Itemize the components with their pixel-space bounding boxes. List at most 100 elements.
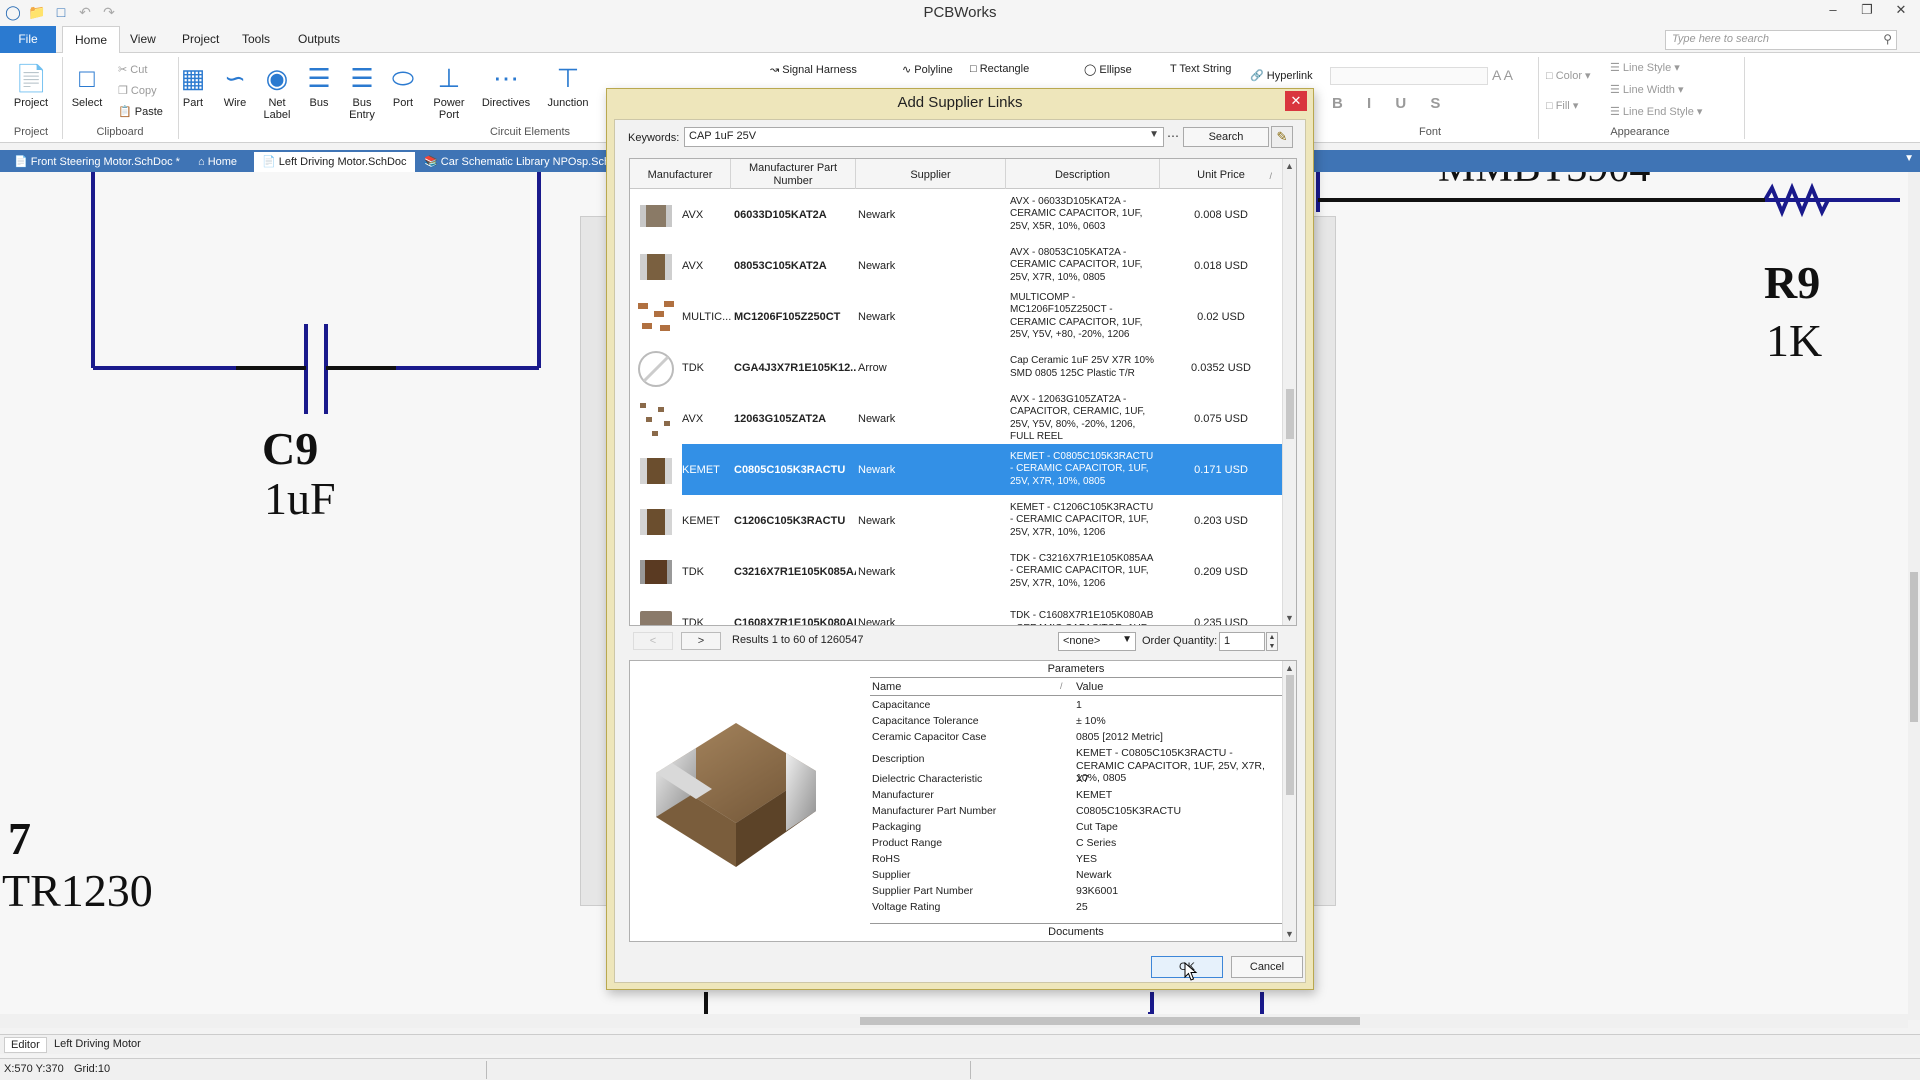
junction-button[interactable]: ⊤ Junction xyxy=(544,61,592,109)
doc-tab-home[interactable]: ⌂ Home xyxy=(190,152,245,172)
column-manufacturer[interactable]: Manufacturer xyxy=(630,159,731,189)
params-name-header[interactable]: Name xyxy=(872,681,901,693)
select-button[interactable]: □ Select xyxy=(68,61,106,109)
tab-home[interactable]: Home xyxy=(62,26,121,54)
project-button[interactable]: 📄 Project xyxy=(10,61,52,109)
table-row[interactable]: AVX 06033D105KAT2A Newark AVX - 06033D105KA… xyxy=(630,189,1282,240)
scroll-up-icon[interactable]: ▲ xyxy=(1285,161,1294,171)
parameter-name: Product Range xyxy=(872,837,943,849)
cell-unit-price: 0.018 USD xyxy=(1194,259,1248,272)
wire-button[interactable]: ∽ Wire xyxy=(218,61,252,109)
tabs-menu-icon[interactable]: ▼ xyxy=(1904,153,1914,164)
doc-tab-library[interactable]: 📚 Car Schematic Library NPOsp.Sch xyxy=(416,152,618,172)
chevron-down-icon[interactable]: ▼ xyxy=(1149,129,1159,140)
line-style-button[interactable]: ☰ Line Style ▾ xyxy=(1610,61,1680,74)
tab-project[interactable]: Project xyxy=(170,26,231,53)
scroll-down-icon[interactable]: ▼ xyxy=(1285,613,1294,623)
copy-button[interactable]: ❐ Copy xyxy=(118,84,157,97)
table-row[interactable]: KEMET C0805C105K3RACTU Newark KEMET - C0805… xyxy=(630,444,1282,495)
canvas-horizontal-scrollbar[interactable] xyxy=(0,1014,1908,1028)
search-button[interactable]: Search xyxy=(1183,127,1269,147)
line-width-button[interactable]: ☰ Line Width ▾ xyxy=(1610,83,1683,96)
signal-harness-button[interactable]: ↝ Signal Harness xyxy=(770,63,857,76)
text-string-button[interactable]: T Text String xyxy=(1170,63,1231,75)
font-size-icon[interactable]: A A xyxy=(1492,67,1513,83)
r9-designator[interactable]: R9 xyxy=(1764,256,1820,309)
table-row[interactable]: AVX 08053C105KAT2A Newark AVX - 08053C105KA… xyxy=(630,240,1282,291)
paste-button[interactable]: 📋 Paste xyxy=(118,105,163,118)
search-input[interactable]: Type here to search xyxy=(1665,30,1897,50)
scroll-down-icon[interactable]: ▼ xyxy=(1285,929,1294,939)
cell-manufacturer: TDK xyxy=(682,361,704,374)
doc-tab-front-steering[interactable]: 📄 Front Steering Motor.SchDoc * xyxy=(6,152,188,172)
part-button[interactable]: ▦ Part xyxy=(176,61,210,109)
tab-tools[interactable]: Tools xyxy=(230,26,282,53)
r9-value[interactable]: 1K xyxy=(1766,314,1822,367)
search-icon[interactable]: ⚲ xyxy=(1883,32,1892,46)
power-port-button[interactable]: ⊥ Power Port xyxy=(428,61,470,121)
junction-icon: ⊤ xyxy=(556,63,580,93)
prev-page-button[interactable]: < xyxy=(633,632,673,650)
cut-button[interactable]: ✂ Cut xyxy=(118,63,147,76)
bottom-tab-left-driving-motor[interactable]: Left Driving Motor xyxy=(48,1037,147,1051)
column-unit-price[interactable]: Unit Price xyxy=(1160,159,1282,189)
dialog-close-icon[interactable]: ✕ xyxy=(1285,91,1307,111)
hyperlink-button[interactable]: 🔗 Hyperlink xyxy=(1250,69,1313,82)
table-row[interactable]: TDK CGA4J3X7R1E105K12... Arrow Cap Ceramic … xyxy=(630,342,1282,393)
column-mpn[interactable]: Manufacturer Part Number xyxy=(731,159,856,189)
scroll-up-icon[interactable]: ▲ xyxy=(1285,663,1294,673)
rectangle-button[interactable]: □ Rectangle xyxy=(970,63,1029,75)
more-options-icon[interactable]: ⋯ xyxy=(1167,129,1179,143)
transistor-label[interactable]: MMBT3904 xyxy=(1438,172,1650,192)
part-thumbnail xyxy=(640,403,670,436)
table-row[interactable]: MULTIC... MC1206F105Z250CT Newark MULTICOMP… xyxy=(630,291,1282,342)
left-designator[interactable]: 7 xyxy=(8,812,31,865)
color-button[interactable]: □ Color ▾ xyxy=(1546,69,1591,82)
grid-scrollbar[interactable]: ▲ ▼ xyxy=(1282,159,1296,625)
line-end-style-button[interactable]: ☰ Line End Style ▾ xyxy=(1610,105,1702,118)
ellipse-button[interactable]: ◯ Ellipse xyxy=(1084,63,1132,76)
c9-value[interactable]: 1uF xyxy=(264,472,336,525)
part-thumbnail xyxy=(640,458,672,484)
bottom-tab-editor[interactable]: Editor xyxy=(4,1037,47,1053)
pencil-icon[interactable]: ✎ xyxy=(1271,126,1293,148)
table-row[interactable]: TDK C3216X7R1E105K085AA Newark TDK - C3216X… xyxy=(630,546,1282,597)
directives-button[interactable]: ⋯ Directives xyxy=(480,61,532,109)
minimize-icon[interactable]: – xyxy=(1824,2,1842,18)
c9-designator[interactable]: C9 xyxy=(262,422,318,475)
restore-icon[interactable]: ❐ xyxy=(1858,2,1876,18)
params-value-header[interactable]: Value xyxy=(1076,681,1103,693)
table-row[interactable]: KEMET C1206C105K3RACTU Newark KEMET - C1206… xyxy=(630,495,1282,546)
order-quantity-input[interactable]: 1 xyxy=(1219,632,1265,651)
port-button[interactable]: ⬭ Port xyxy=(386,61,420,109)
polyline-button[interactable]: ∿ Polyline xyxy=(902,63,953,76)
tab-file[interactable]: File xyxy=(0,26,56,53)
column-supplier[interactable]: Supplier xyxy=(856,159,1006,189)
group-label-clipboard: Clipboard xyxy=(96,126,144,138)
bus-button[interactable]: ☰ Bus xyxy=(302,61,336,109)
parameter-value: 25 xyxy=(1076,901,1088,913)
quantity-stepper[interactable]: ▲ ▼ xyxy=(1266,632,1278,651)
font-style-buttons[interactable]: B I U S xyxy=(1332,95,1450,112)
parameter-row: Packaging Cut Tape xyxy=(870,821,1282,837)
wire-icon: ∽ xyxy=(224,63,246,93)
left-part-name[interactable]: TR1230 xyxy=(2,864,153,917)
close-icon[interactable]: ✕ xyxy=(1892,2,1910,18)
tab-outputs[interactable]: Outputs xyxy=(286,26,352,53)
filter-select[interactable]: <none> ▼ xyxy=(1058,632,1136,651)
detail-scrollbar[interactable]: ▲ ▼ xyxy=(1282,661,1296,941)
next-page-button[interactable]: > xyxy=(681,632,721,650)
net-label-button[interactable]: ◉ Net Label xyxy=(258,61,296,121)
cancel-button[interactable]: Cancel xyxy=(1231,956,1303,978)
documents-label[interactable]: Documents xyxy=(870,923,1282,938)
fill-button[interactable]: □ Fill ▾ xyxy=(1546,99,1578,112)
keywords-input[interactable]: CAP 1uF 25V ▼ xyxy=(684,127,1164,147)
font-name-select[interactable] xyxy=(1330,67,1488,85)
tab-view[interactable]: View xyxy=(118,26,168,53)
bus-entry-button[interactable]: ☰ Bus Entry xyxy=(344,61,380,121)
doc-tab-left-driving[interactable]: 📄 Left Driving Motor.SchDoc xyxy=(254,152,415,172)
canvas-vertical-scrollbar[interactable] xyxy=(1908,172,1920,1020)
table-row[interactable]: TDK C1608X7R1E105K080AB Newark TDK - C1608X… xyxy=(630,597,1282,625)
table-row[interactable]: AVX 12063G105ZAT2A Newark AVX - 12063G105ZA… xyxy=(630,393,1282,444)
column-description[interactable]: Description xyxy=(1006,159,1160,189)
